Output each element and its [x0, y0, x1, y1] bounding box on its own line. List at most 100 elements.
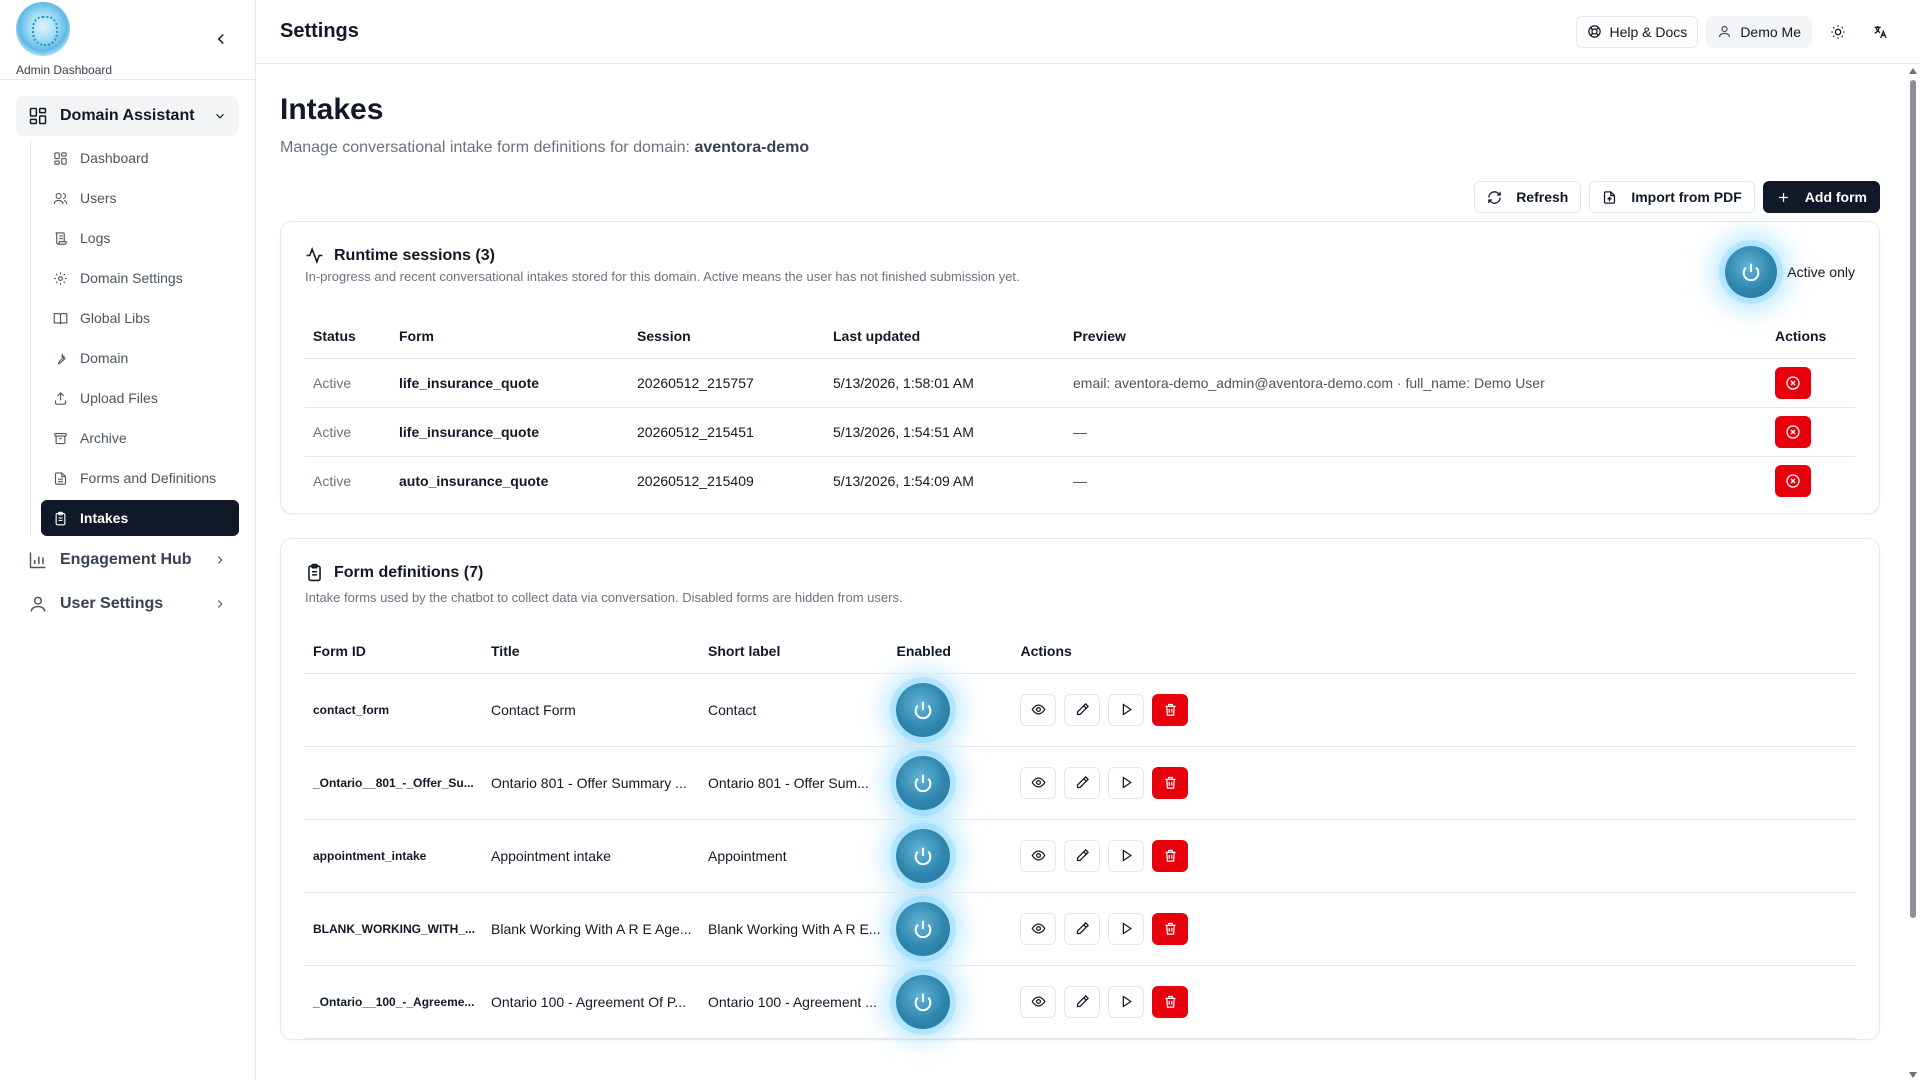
play-icon [1122, 995, 1132, 1008]
form-short-label: Ontario 100 - Agreement ... [700, 965, 889, 1039]
help-docs-button[interactable]: Help & Docs [1575, 15, 1699, 48]
x-circle-icon [1786, 375, 1800, 390]
table-row[interactable]: _Ontario__100_-_Agreeme... Ontario 100 - … [305, 965, 1855, 1039]
sidebar-item-global-libs[interactable]: Global Libs [41, 300, 239, 336]
form-actions [1012, 673, 1855, 747]
active-only-switch[interactable] [1725, 246, 1778, 298]
table-row[interactable]: Active life_insurance_quote 20260512_215… [305, 358, 1855, 408]
edit-form-button[interactable] [1064, 985, 1101, 1018]
sessions-title-text: Runtime sessions (3) [334, 246, 495, 264]
form-short-label: Ontario 801 - Offer Sum... [700, 746, 889, 820]
sidebar-item-forms-and-definitions[interactable]: Forms and Definitions [41, 460, 239, 496]
form-id: _Ontario__100_-_Agreeme... [305, 965, 483, 1039]
theme-toggle[interactable] [1822, 16, 1854, 48]
table-row[interactable]: _Ontario__801_-_Offer_Su... Ontario 801 -… [305, 746, 1855, 820]
table-row[interactable]: BLANK_WORKING_WITH_... Blank Working With… [305, 892, 1855, 966]
enabled-toggle[interactable] [896, 755, 951, 810]
view-form-button[interactable] [1020, 985, 1057, 1018]
sidebar-item-domain-settings[interactable]: Domain Settings [41, 260, 239, 296]
delete-form-button[interactable] [1152, 985, 1189, 1018]
session-actions [1767, 456, 1855, 505]
brand-logo[interactable] [16, 2, 70, 56]
brand: Admin Dashboard [0, 0, 255, 80]
sidebar-item-dashboard[interactable]: Dashboard [41, 140, 239, 176]
enabled-toggle[interactable] [896, 828, 951, 883]
col-preview: Preview [1065, 314, 1767, 359]
form-actions [1012, 892, 1855, 966]
archive-icon [54, 432, 67, 444]
page-toolbar: Refresh Import from PDF Add form [280, 181, 1880, 213]
table-row[interactable]: Active life_insurance_quote 20260512_215… [305, 407, 1855, 457]
sidebar-item-domain[interactable]: Domain [41, 340, 239, 376]
pencil-icon [1076, 775, 1089, 789]
delete-session-button[interactable] [1775, 464, 1811, 497]
x-circle-icon [1786, 424, 1800, 439]
form-enabled [888, 819, 1013, 893]
form-actions [1012, 819, 1855, 893]
edit-form-button[interactable] [1064, 766, 1101, 799]
enabled-toggle[interactable] [896, 974, 951, 1029]
view-form-button[interactable] [1020, 912, 1057, 945]
trash-icon [1165, 922, 1176, 935]
col-actions: Actions [1012, 629, 1855, 674]
user-menu-button[interactable]: Demo Me [1706, 15, 1812, 48]
test-form-button[interactable] [1108, 693, 1145, 726]
session-id: 20260512_215409 [637, 472, 754, 489]
view-form-button[interactable] [1020, 766, 1057, 799]
col-session: Session [629, 314, 825, 359]
delete-form-button[interactable] [1152, 766, 1189, 799]
test-form-button[interactable] [1108, 766, 1145, 799]
session-status: Active [305, 407, 391, 457]
session-actions [1767, 358, 1855, 408]
active-only-toggle[interactable]: Active only [1725, 246, 1855, 298]
chevron-left-icon[interactable] [212, 30, 230, 48]
language-toggle[interactable] [1864, 16, 1896, 48]
form-short-label: Contact [700, 673, 889, 747]
delete-session-button[interactable] [1775, 366, 1811, 399]
test-form-button[interactable] [1108, 985, 1145, 1018]
session-status: Active [313, 472, 352, 489]
session-status: Active [305, 358, 391, 408]
book-icon [53, 312, 68, 324]
table-row[interactable]: contact_form Contact Form Contact [305, 673, 1855, 747]
card-spacer [305, 505, 1855, 513]
play-icon [1122, 703, 1132, 716]
nav-group-engagement-hub[interactable]: Engagement Hub [16, 540, 239, 580]
col-enabled: Enabled [888, 629, 1013, 674]
view-form-button[interactable] [1020, 839, 1057, 872]
sidebar-item-logs[interactable]: Logs [41, 220, 239, 256]
import-pdf-button[interactable]: Import from PDF [1589, 181, 1755, 213]
forms-description: Intake forms used by the chatbot to coll… [305, 590, 903, 605]
scrollbar[interactable] [1908, 68, 1918, 1078]
sidebar-item-intakes[interactable]: Intakes [41, 500, 239, 536]
refresh-button[interactable]: Refresh [1474, 181, 1582, 213]
enabled-toggle[interactable] [896, 682, 951, 737]
edit-form-button[interactable] [1064, 693, 1101, 726]
scrollbar-thumb[interactable] [1910, 80, 1916, 918]
sidebar-item-archive[interactable]: Archive [41, 420, 239, 456]
sidebar-item-users[interactable]: Users [41, 180, 239, 216]
table-row[interactable]: Active auto_insurance_quote 20260512_215… [305, 456, 1855, 505]
table-row[interactable]: appointment_intake Appointment intake Appo… [305, 819, 1855, 893]
add-form-button[interactable]: Add form [1762, 181, 1880, 213]
edit-form-button[interactable] [1064, 912, 1101, 945]
upload-icon [54, 391, 67, 405]
sidebar-item-upload-files[interactable]: Upload Files [41, 380, 239, 416]
delete-form-button[interactable] [1152, 912, 1189, 945]
test-form-button[interactable] [1108, 912, 1145, 945]
view-form-button[interactable] [1020, 693, 1057, 726]
nav-group-user-settings[interactable]: User Settings [16, 584, 239, 624]
test-form-button[interactable] [1108, 839, 1145, 872]
edit-form-button[interactable] [1064, 839, 1101, 872]
scroll-down-arrow[interactable] [1909, 1072, 1917, 1078]
enabled-toggle[interactable] [896, 901, 951, 956]
session-form: life_insurance_quote [391, 358, 629, 408]
delete-session-button[interactable] [1775, 415, 1811, 448]
sidebar-item-label: Upload Files [80, 390, 158, 406]
delete-form-button[interactable] [1152, 693, 1189, 726]
scroll-up-arrow[interactable] [1909, 68, 1917, 74]
delete-form-button[interactable] [1152, 839, 1189, 872]
nav-group-domain-assistant[interactable]: Domain Assistant [16, 96, 239, 136]
power-icon [915, 774, 932, 792]
power-icon [915, 920, 932, 938]
